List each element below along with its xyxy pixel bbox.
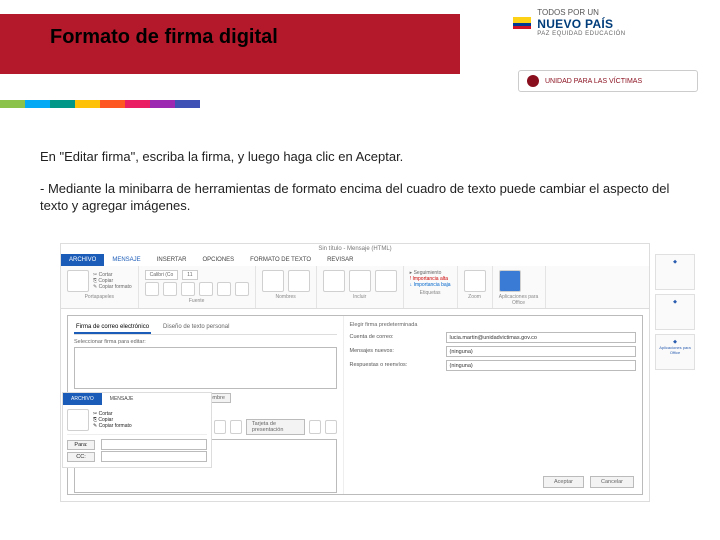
copy-format-button[interactable]: ✎ Copiar formato: [93, 284, 132, 290]
zoom-icon[interactable]: [464, 270, 486, 292]
group-label-include: Incluir: [323, 294, 397, 300]
default-sig-heading: Elegir firma predeterminada: [350, 322, 636, 328]
apps-icon[interactable]: [499, 270, 521, 292]
tab-formato[interactable]: FORMATO DE TEXTO: [242, 254, 319, 266]
tab-insertar[interactable]: INSERTAR: [149, 254, 195, 266]
reply-label: Respuestas o reenvíos:: [350, 362, 440, 368]
dialog-tabs: Firma de correo electrónico Diseño de te…: [74, 322, 337, 335]
tab-mensaje[interactable]: MENSAJE: [104, 254, 148, 266]
bizcard-button[interactable]: Tarjeta de presentación: [246, 419, 305, 435]
underline-icon[interactable]: [181, 282, 195, 296]
paste-icon[interactable]: [67, 270, 89, 292]
dlg-tab-stationery[interactable]: Diseño de texto personal: [161, 322, 231, 334]
victimas-icon: [527, 75, 539, 87]
reply-select[interactable]: (ninguna): [446, 360, 636, 371]
attach-file-icon[interactable]: [323, 270, 345, 292]
ribbon: ✂ Cortar ⎘ Copiar ✎ Copiar formato Porta…: [61, 266, 649, 309]
tab-archivo[interactable]: ARCHIVO: [61, 254, 104, 266]
tab-revisar[interactable]: REVISAR: [319, 254, 361, 266]
mini-tab-mensaje[interactable]: MENSAJE: [102, 393, 142, 405]
logo-line1: TODOS POR UN: [537, 8, 625, 17]
logo-line2: NUEVO PAÍS: [537, 17, 625, 31]
mini-cc-input[interactable]: [101, 451, 207, 462]
page-title: Formato de firma digital: [50, 26, 278, 49]
ribbon-group-names: Nombres: [256, 266, 317, 308]
image-icon[interactable]: [309, 420, 321, 434]
bold-icon[interactable]: [145, 282, 159, 296]
mini-para[interactable]: Para:: [67, 440, 95, 450]
victimas-badge: UNIDAD PARA LAS VÍCTIMAS: [518, 70, 698, 92]
ribbon-group-font: Calibri (Co 11 Fuente: [139, 266, 256, 308]
attach-item-icon[interactable]: [349, 270, 371, 292]
mini-outlook-window: ARCHIVO MENSAJE ✂ Cortar ⎘ Copiar ✎ Copi…: [62, 392, 212, 468]
rainbow-stripe: [0, 100, 200, 108]
ribbon-group-tags: ▸ Seguimiento ! Importancia alta ↓ Impor…: [404, 266, 458, 308]
instruction-p1: En "Editar firma", escriba la firma, y l…: [40, 148, 680, 166]
group-label-apps: Aplicaciones para Office: [499, 294, 539, 306]
colombia-flag-icon: [513, 17, 531, 29]
victimas-text: UNIDAD PARA LAS VÍCTIMAS: [545, 78, 642, 85]
account-label: Cuenta de correo:: [350, 334, 440, 340]
group-label-names: Nombres: [262, 294, 310, 300]
link-icon[interactable]: [325, 420, 337, 434]
side-card-1[interactable]: ◆: [655, 254, 695, 290]
side-apps-strip: ◆ ◆ ◆Aplicaciones para Office: [655, 254, 695, 374]
cancel-button[interactable]: Cancelar: [590, 476, 634, 488]
mini-paste-icon[interactable]: [67, 409, 89, 431]
align-center-icon[interactable]: [214, 420, 226, 434]
font-name-select[interactable]: Calibri (Co: [145, 270, 179, 280]
instruction-p2: - Mediante la minibarra de herramientas …: [40, 180, 680, 215]
ribbon-group-zoom: Zoom: [458, 266, 493, 308]
side-card-2[interactable]: ◆: [655, 294, 695, 330]
newmsg-select[interactable]: (ninguna): [446, 346, 636, 357]
gov-logo: TODOS POR UN NUEVO PAÍS PAZ EQUIDAD EDUC…: [513, 8, 698, 37]
newmsg-label: Mensajes nuevos:: [350, 348, 440, 354]
align-icon[interactable]: [235, 282, 249, 296]
low-importance-button[interactable]: ↓ Importancia baja: [410, 282, 451, 288]
ribbon-group-clipboard: ✂ Cortar ⎘ Copiar ✎ Copiar formato Porta…: [61, 266, 139, 308]
ribbon-tabs: ARCHIVO MENSAJE INSERTAR OPCIONES FORMAT…: [61, 254, 649, 266]
signature-icon[interactable]: [375, 270, 397, 292]
mini-para-input[interactable]: [101, 439, 207, 450]
color-icon[interactable]: [199, 282, 213, 296]
dlg-tab-email-sig[interactable]: Firma de correo electrónico: [74, 322, 151, 334]
signatures-listbox[interactable]: [74, 347, 337, 389]
logo-sub: PAZ EQUIDAD EDUCACIÓN: [537, 31, 625, 37]
group-label-clipboard: Portapapeles: [67, 294, 132, 300]
ok-button[interactable]: Aceptar: [543, 476, 584, 488]
tab-opciones[interactable]: OPCIONES: [194, 254, 242, 266]
addressbook-icon[interactable]: [262, 270, 284, 292]
italic-icon[interactable]: [163, 282, 177, 296]
bullet-icon[interactable]: [217, 282, 231, 296]
checknames-icon[interactable]: [288, 270, 310, 292]
ribbon-group-include: Incluir: [317, 266, 404, 308]
group-label-font: Fuente: [145, 298, 249, 304]
slide-header: Formato de firma digital TODOS POR UN NU…: [0, 0, 720, 110]
ribbon-group-apps: Aplicaciones para Office: [493, 266, 546, 308]
align-right-icon[interactable]: [230, 420, 242, 434]
account-select[interactable]: lucia.martin@unidadvictimas.gov.co: [446, 332, 636, 343]
mini-cc[interactable]: CC:: [67, 452, 95, 462]
side-card-apps[interactable]: ◆Aplicaciones para Office: [655, 334, 695, 370]
mini-tab-archivo[interactable]: ARCHIVO: [63, 393, 102, 405]
mini-copyfmt[interactable]: ✎ Copiar formato: [93, 423, 132, 429]
select-sig-label: Seleccionar firma para editar:: [74, 339, 337, 345]
window-title: Sin título - Mensaje (HTML): [61, 244, 649, 254]
instruction-block: En "Editar firma", escriba la firma, y l…: [0, 110, 720, 239]
font-size-select[interactable]: 11: [182, 270, 198, 280]
group-label-zoom: Zoom: [464, 294, 486, 300]
group-label-tags: Etiquetas: [410, 290, 451, 296]
